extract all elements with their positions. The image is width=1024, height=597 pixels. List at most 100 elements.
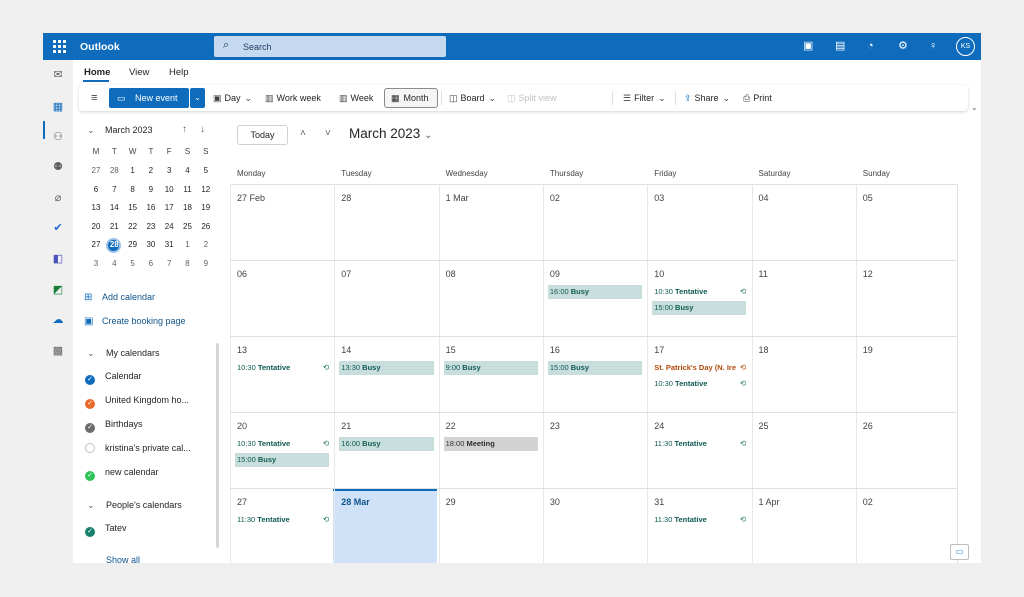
day-cell-date[interactable]: 14 bbox=[341, 345, 351, 355]
mini-calendar-day[interactable]: 22 bbox=[124, 219, 142, 235]
sidebar-scrollbar[interactable] bbox=[216, 343, 219, 548]
mini-calendar-day[interactable]: 4 bbox=[105, 256, 123, 272]
calendar-event[interactable]: 16:00 Busy bbox=[339, 437, 434, 451]
mail-icon[interactable]: ✉ bbox=[43, 68, 73, 81]
calendar-event[interactable]: 10:30 Tentative ⟲ bbox=[652, 285, 746, 299]
user-avatar[interactable]: KS bbox=[956, 37, 975, 56]
calendar-event[interactable]: 9:00 Busy bbox=[443, 361, 538, 375]
mini-calendar-day[interactable]: 27 bbox=[87, 163, 105, 179]
mini-calendar-prev-arrow-icon[interactable]: ↑ bbox=[182, 124, 187, 135]
mini-calendar-day[interactable]: 1 bbox=[179, 237, 197, 253]
calendar-event[interactable]: 15:00 Busy bbox=[235, 452, 330, 467]
mini-calendar-day[interactable]: 2 bbox=[197, 237, 215, 253]
mini-calendar-day[interactable]: 2 bbox=[142, 163, 160, 179]
mini-calendar-day[interactable]: 20 bbox=[87, 219, 105, 235]
calendar-event[interactable]: 10:30 Tentative ⟲ bbox=[652, 377, 746, 391]
tab-view[interactable]: View bbox=[129, 67, 149, 78]
people-calendar-checkbox-icon[interactable]: ✓ bbox=[85, 527, 95, 537]
calendar-color-checkbox-icon[interactable] bbox=[85, 443, 95, 453]
day-cell-date[interactable]: 21 bbox=[341, 421, 351, 431]
mini-calendar-day[interactable]: 18 bbox=[179, 200, 197, 216]
teams-meeting-icon[interactable]: ▣ bbox=[803, 40, 813, 52]
mini-calendar-day[interactable]: 11 bbox=[179, 182, 197, 198]
mini-calendar-day[interactable]: 4 bbox=[179, 163, 197, 179]
calendar-list-item[interactable]: ✓ Calendar bbox=[85, 371, 142, 385]
calendar-event[interactable]: St. Patrick's Day (N. Ire ⟲ bbox=[652, 361, 746, 375]
day-cell-date[interactable]: 03 bbox=[654, 193, 664, 203]
calendar-event[interactable]: 13:30 Busy bbox=[339, 361, 434, 375]
mini-calendar-day[interactable]: 5 bbox=[124, 256, 142, 272]
day-cell-date[interactable]: 24 bbox=[654, 421, 664, 431]
mini-calendar-day[interactable]: 24 bbox=[160, 219, 178, 235]
onedrive-cloud-icon[interactable]: ☁ bbox=[43, 313, 73, 326]
create-booking-page-link[interactable]: ▣ Create booking page bbox=[84, 316, 186, 327]
split-view-button[interactable]: ◫ Split view bbox=[507, 85, 557, 111]
calendar-month-title[interactable]: March 2023 ⌄ bbox=[349, 126, 432, 141]
calendar-event[interactable]: 10:30 Tentative ⟲ bbox=[235, 437, 329, 451]
mini-calendar-day[interactable]: 23 bbox=[142, 219, 160, 235]
mini-calendar-day[interactable]: 12 bbox=[197, 182, 215, 198]
new-event-button[interactable]: ▭ New event bbox=[109, 88, 189, 108]
calendar-event[interactable]: 15:00 Busy bbox=[547, 361, 643, 375]
day-cell-date[interactable]: 10 bbox=[654, 269, 664, 279]
calendar-list-item[interactable]: ✓ Birthdays bbox=[85, 419, 143, 433]
filter-button[interactable]: ☰ Filter ⌄ bbox=[623, 85, 669, 111]
my-calendars-header[interactable]: ⌄ My calendars bbox=[87, 348, 160, 359]
mini-calendar-day[interactable]: 29 bbox=[124, 237, 142, 253]
mini-calendar-day[interactable]: 9 bbox=[142, 182, 160, 198]
add-calendar-link[interactable]: ⊞ Add calendar bbox=[84, 292, 155, 303]
day-cell-date[interactable]: 17 bbox=[654, 345, 664, 355]
mini-calendar-day[interactable]: 3 bbox=[160, 163, 178, 179]
calendar-list-item[interactable]: ✓ United Kingdom ho... bbox=[85, 395, 189, 409]
mini-calendar-day[interactable]: 10 bbox=[160, 182, 178, 198]
calendar-list-item[interactable]: ✓ new calendar bbox=[85, 467, 159, 481]
attachments-paperclip-icon[interactable]: ⌀ bbox=[43, 191, 73, 204]
mini-calendar-next-arrow-icon[interactable]: ↓ bbox=[200, 124, 205, 135]
calendar-list-item[interactable]: kristina's private cal... bbox=[85, 443, 191, 453]
mini-calendar-day[interactable]: 3 bbox=[87, 256, 105, 272]
show-all-link[interactable]: Show all bbox=[106, 555, 140, 563]
day-cell-date[interactable]: 31 bbox=[654, 497, 664, 507]
mini-calendar-day[interactable]: 15 bbox=[124, 200, 142, 216]
next-month-arrow-icon[interactable]: ˅ bbox=[325, 128, 331, 139]
calendar-color-checkbox-icon[interactable]: ✓ bbox=[85, 399, 95, 409]
mini-calendar-day[interactable]: 6 bbox=[87, 182, 105, 198]
mini-calendar-day[interactable]: 6 bbox=[142, 256, 160, 272]
mini-calendar-day[interactable]: 30 bbox=[142, 237, 160, 253]
day-cell-date[interactable]: 25 bbox=[759, 421, 769, 431]
settings-gear-icon[interactable]: ⚙ bbox=[898, 40, 908, 52]
calendar-color-checkbox-icon[interactable]: ✓ bbox=[85, 423, 95, 433]
calendar-event[interactable]: 10:30 Tentative ⟲ bbox=[235, 361, 329, 375]
day-cell-date[interactable]: 27 bbox=[237, 497, 247, 507]
mini-calendar-day[interactable]: 25 bbox=[179, 219, 197, 235]
day-cell-date[interactable]: 26 bbox=[863, 421, 873, 431]
peoples-calendars-header[interactable]: ⌄ People's calendars bbox=[87, 500, 182, 511]
calendar-event[interactable]: 11:30 Tentative ⟲ bbox=[235, 513, 329, 527]
mini-calendar-day[interactable]: 28 bbox=[105, 237, 123, 253]
ribbon-collapse-chevron-icon[interactable]: ⌄ bbox=[971, 103, 978, 112]
more-apps-icon[interactable]: ▩ bbox=[43, 344, 73, 357]
calendar-event[interactable]: 11:30 Tentative ⟲ bbox=[652, 437, 746, 451]
mini-calendar-day[interactable]: 8 bbox=[124, 182, 142, 198]
day-cell-date[interactable]: 11 bbox=[759, 269, 768, 279]
search-box[interactable]: ⌕ Search bbox=[214, 36, 446, 57]
day-cell-date[interactable]: 23 bbox=[550, 421, 560, 431]
groups-icon[interactable]: ⚉ bbox=[43, 160, 73, 173]
calendar-color-checkbox-icon[interactable]: ✓ bbox=[85, 471, 95, 481]
mini-calendar-day[interactable]: 17 bbox=[160, 200, 178, 216]
hamburger-menu-icon[interactable]: ≡ bbox=[91, 85, 97, 111]
mini-calendar-day[interactable]: 26 bbox=[197, 219, 215, 235]
todo-check-icon[interactable]: ✔ bbox=[43, 221, 73, 234]
day-cell-date[interactable]: 20 bbox=[237, 421, 247, 431]
day-cell-date[interactable]: 08 bbox=[446, 269, 456, 279]
teams-icon[interactable]: ◧ bbox=[43, 252, 73, 265]
keyboard-shortcut-icon[interactable]: ▭ bbox=[950, 544, 969, 560]
today-button[interactable]: Today bbox=[237, 125, 288, 145]
mini-calendar-collapse-chevron-icon[interactable]: ⌄ bbox=[87, 125, 95, 136]
day-cell-date[interactable]: 18 bbox=[759, 345, 769, 355]
day-cell-date[interactable]: 12 bbox=[863, 269, 873, 279]
mini-calendar-day[interactable]: 1 bbox=[124, 163, 142, 179]
people-icon[interactable]: ⚇ bbox=[43, 130, 73, 143]
day-cell-date[interactable]: 30 bbox=[550, 497, 560, 507]
tips-lightbulb-icon[interactable]: ♀ bbox=[929, 40, 937, 52]
